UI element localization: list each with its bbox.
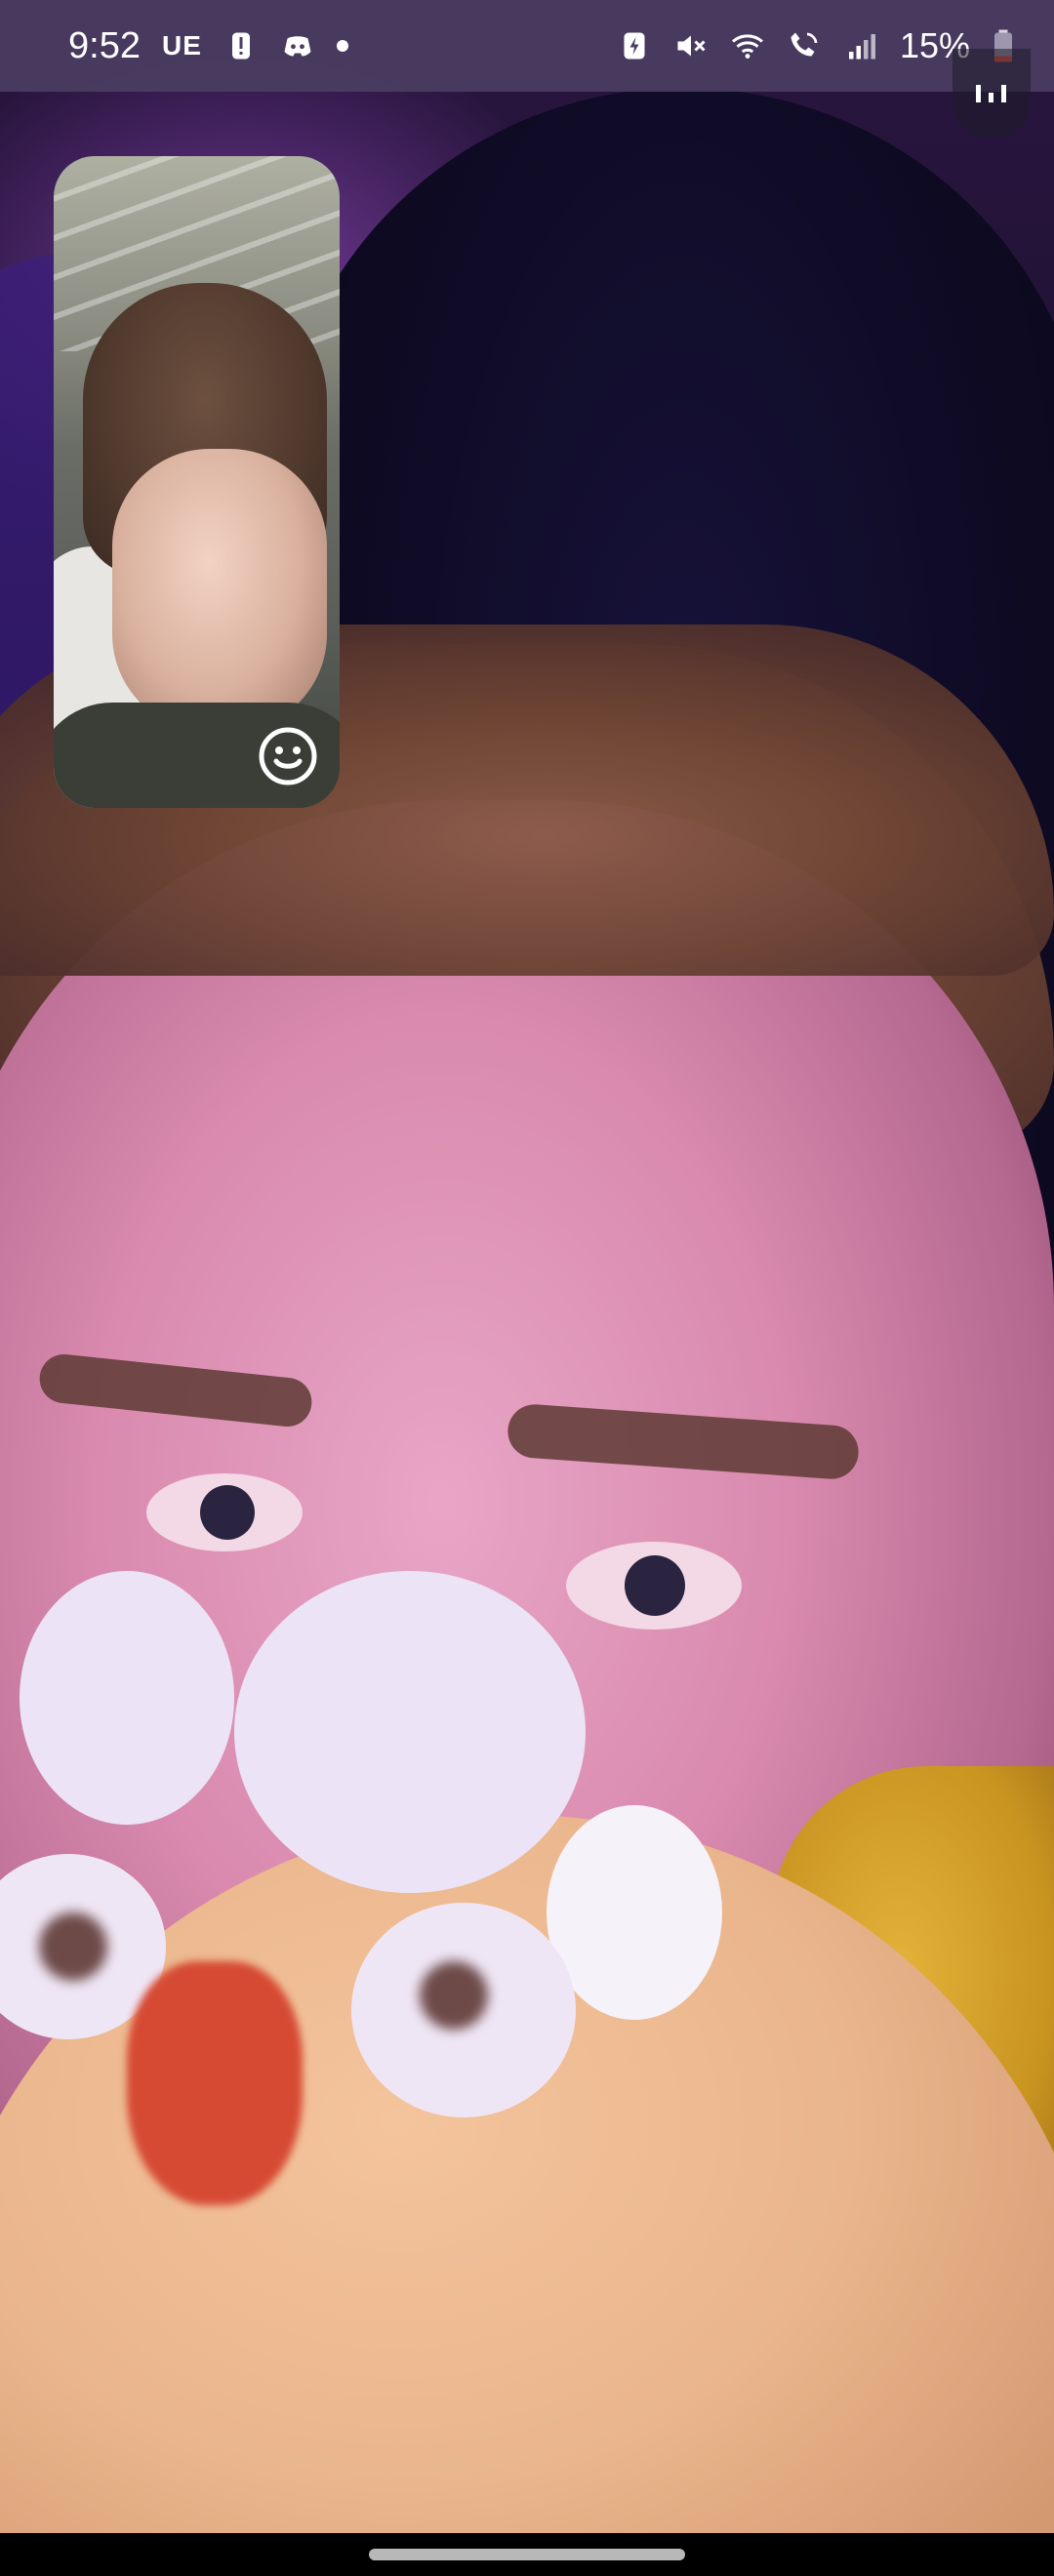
self-video-subject: [112, 449, 327, 732]
remote-video-subject: [566, 1542, 742, 1630]
clock: 9:52: [68, 24, 141, 66]
remote-video-plush-toy: [127, 1961, 303, 2205]
remote-video-plush-toy: [234, 1571, 586, 1893]
wifi-icon: [731, 34, 763, 59]
status-bar: 9:52 UE 15%: [0, 0, 1054, 92]
remote-video-plush-toy: [20, 1571, 234, 1825]
signal-bars-icon: [976, 85, 1006, 102]
wifi-calling-icon: [790, 32, 818, 57]
effects-button[interactable]: [256, 724, 320, 788]
signal-icon: [848, 34, 875, 60]
mute-icon: [677, 35, 706, 57]
remote-video-subject: [146, 1473, 303, 1551]
discord-icon: [284, 36, 311, 57]
alert-icon: [231, 32, 250, 60]
smiley-face-icon: [259, 727, 317, 785]
home-indicator[interactable]: [369, 2549, 685, 2560]
status-left: 9:52 UE: [68, 25, 348, 67]
self-video-preview[interactable]: [54, 156, 340, 808]
carrier-label: UE: [161, 30, 202, 60]
call-stats-button[interactable]: [953, 49, 1031, 139]
notification-dot: [336, 40, 348, 52]
remote-video-plush-toy: [351, 1903, 576, 2117]
battery-saver-icon: [624, 32, 645, 60]
